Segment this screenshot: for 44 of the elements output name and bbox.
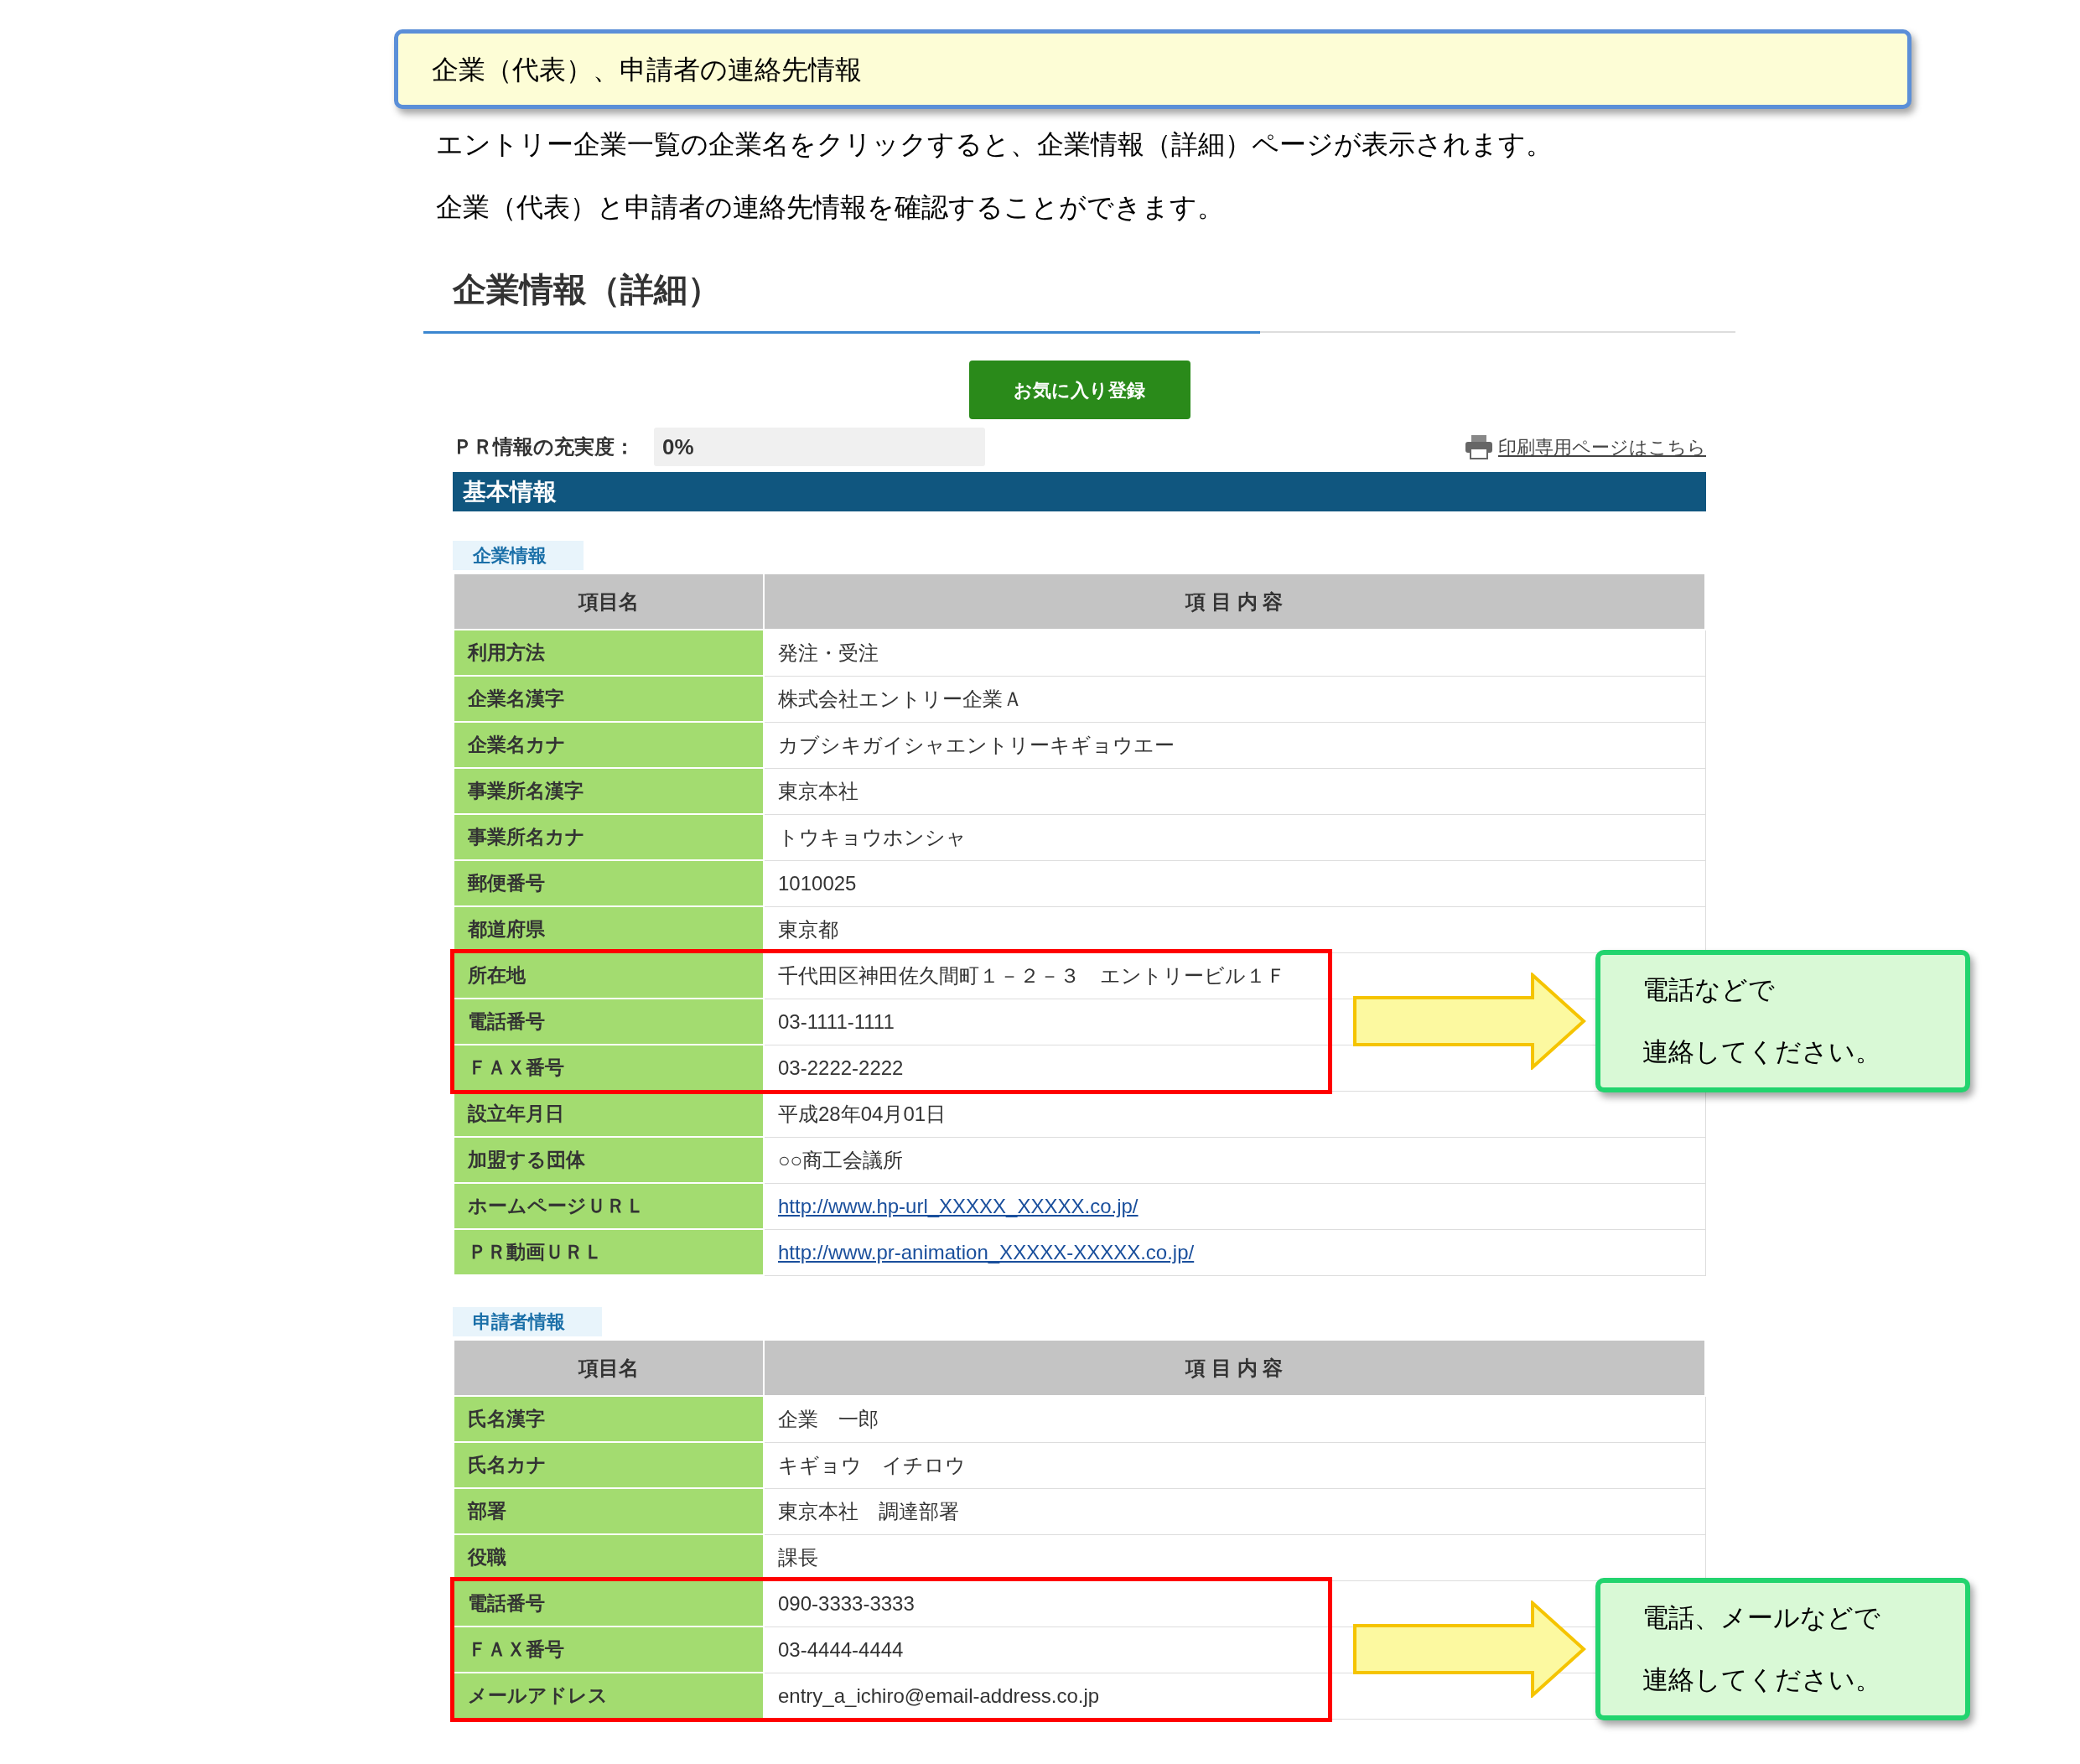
table-cell: 企業 一郎 [764,1396,1705,1442]
intro-text: エントリー企業一覧の企業名をクリックすると、企業情報（詳細）ページが表示されます。 [436,128,1554,161]
row-label: ＦＡＸ番号 [454,1045,764,1091]
row-label: 事業所名カナ [454,814,764,860]
subsection-title: 企業情報 [473,544,547,568]
table-cell: 株式会社エントリー企業Ａ [764,676,1705,722]
pr-value: 0% [654,428,985,466]
subsection-title: 申請者情報 [473,1310,565,1334]
table-cell: 発注・受注 [764,630,1705,676]
table-cell: 1010025 [764,860,1705,906]
row-label: 氏名漢字 [454,1396,764,1442]
pr-label: ＰＲ情報の充実度： [453,434,635,459]
column-header: 項 目 内 容 [764,573,1705,630]
table-cell: キギョウ イチロウ [764,1442,1705,1488]
intro-text: 企業（代表）と申請者の連絡先情報を確認することができます。 [436,191,1225,224]
row-label: 氏名カナ [454,1442,764,1488]
table-cell: 東京本社 [764,768,1705,814]
row-label: ＰＲ動画ＵＲＬ [454,1229,764,1275]
favorite-button[interactable]: お気に入り登録 [968,361,1190,419]
row-label: 郵便番号 [454,860,764,906]
row-label: 事業所名漢字 [454,768,764,814]
column-header: 項目名 [454,573,764,630]
row-label: 電話番号 [454,999,764,1045]
url-link[interactable]: http://www.hp-url_XXXXX_XXXXX.co.jp/ [778,1194,1139,1217]
banner-title: 企業（代表）、申請者の連絡先情報 [432,53,862,86]
row-label: メールアドレス [454,1673,764,1719]
row-label: 電話番号 [454,1580,764,1627]
row-label: ホームページＵＲＬ [454,1183,764,1229]
section-title: 基本情報 [463,477,557,506]
row-label: 利用方法 [454,630,764,676]
row-label: 加盟する団体 [454,1137,764,1183]
row-label: 企業名カナ [454,722,764,768]
table-cell: ○○商工会議所 [764,1137,1705,1183]
row-label: 企業名漢字 [454,676,764,722]
column-header: 項 目 内 容 [764,1340,1705,1396]
row-label: ＦＡＸ番号 [454,1627,764,1673]
table-cell: カブシキガイシャエントリーキギョウエー [764,722,1705,768]
row-label: 部署 [454,1488,764,1534]
table-cell: 東京本社 調達部署 [764,1488,1705,1534]
table-cell: トウキョウホンシャ [764,814,1705,860]
page-heading: 企業情報（詳細） [453,270,721,309]
column-header: 項目名 [454,1340,764,1396]
printer-icon [1465,434,1493,459]
row-label: 所在地 [454,952,764,999]
